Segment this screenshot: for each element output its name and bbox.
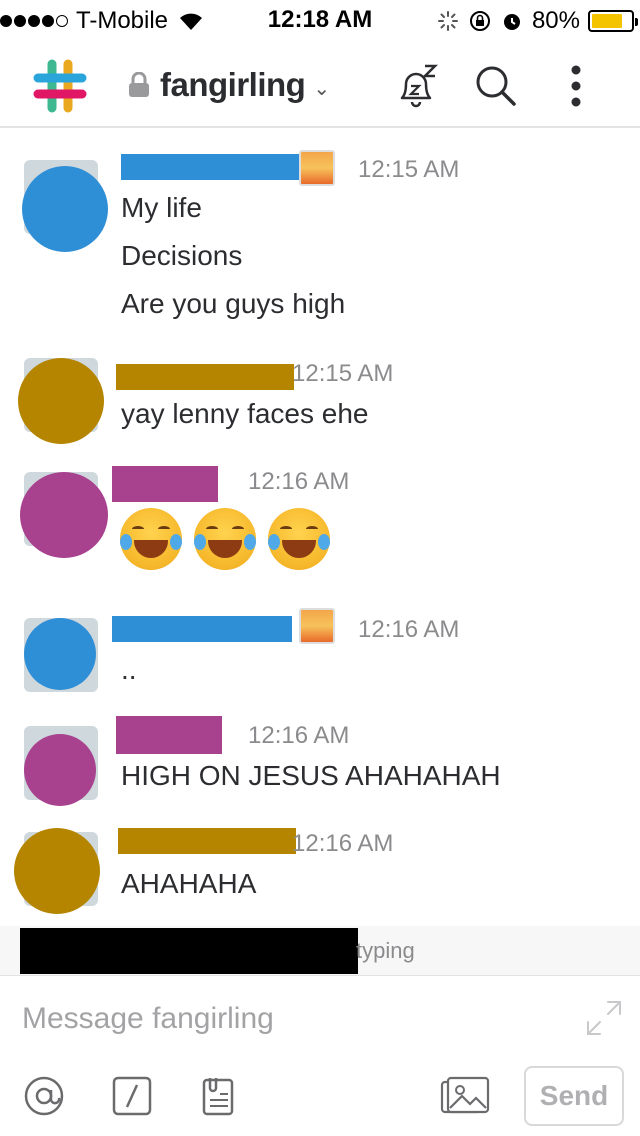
- message-item[interactable]: 12:16 AM ..: [0, 606, 640, 706]
- message-item[interactable]: 12:16 AM: [0, 462, 640, 582]
- avatar-redaction: [18, 358, 104, 444]
- message-text: AHAHAHA: [121, 868, 257, 899]
- more-options-icon[interactable]: [552, 62, 600, 110]
- avatar[interactable]: [24, 726, 98, 806]
- avatar[interactable]: [24, 618, 98, 692]
- message-text: My life Decisions Are you guys high: [121, 184, 345, 328]
- channel-switcher[interactable]: fangirling ⌄: [128, 66, 330, 104]
- username-redaction: [116, 716, 222, 754]
- message-item[interactable]: 12:16 AM HIGH ON JESUS AHAHAHAH: [0, 714, 640, 814]
- message-line: Decisions: [121, 240, 243, 271]
- avatar[interactable]: [18, 358, 104, 444]
- send-button[interactable]: Send: [524, 1066, 624, 1126]
- slack-logo-icon[interactable]: [32, 58, 88, 114]
- at-mention-icon[interactable]: [22, 1074, 66, 1118]
- avatar[interactable]: [14, 828, 100, 914]
- alarm-icon: [503, 14, 520, 30]
- message-timestamp: 12:16 AM: [292, 830, 394, 857]
- message-line: My life: [121, 192, 202, 223]
- lock-icon: [129, 72, 149, 97]
- message-line: Are you guys high: [121, 288, 346, 319]
- avatar[interactable]: [22, 160, 108, 252]
- emoji-reaction-row: [120, 508, 330, 570]
- image-upload-icon[interactable]: [440, 1074, 490, 1118]
- message-item[interactable]: 12:15 AM yay lenny faces ehe: [0, 352, 640, 444]
- status-right: 80%: [436, 7, 638, 35]
- signal-strength-icon: [0, 15, 68, 27]
- sunrise-emoji-icon: [299, 608, 335, 644]
- message-text: ..: [121, 654, 137, 685]
- status-bar: T-Mobile 12:18 AM 80%: [0, 0, 640, 40]
- message-timestamp: 12:16 AM: [248, 722, 350, 749]
- slash-command-icon[interactable]: [110, 1074, 154, 1118]
- sunrise-emoji-icon: [299, 150, 335, 186]
- activity-spinner-icon: [437, 11, 458, 31]
- expand-icon[interactable]: [584, 998, 624, 1038]
- rotation-lock-icon: [469, 11, 490, 31]
- status-left: T-Mobile: [0, 7, 204, 35]
- search-icon[interactable]: [472, 62, 520, 110]
- battery-icon: [588, 10, 638, 32]
- battery-percent: 80%: [531, 7, 580, 34]
- carrier-name: T-Mobile: [76, 7, 169, 34]
- message-input[interactable]: [22, 994, 562, 1044]
- avatar-redaction: [22, 166, 108, 252]
- username-redaction: [112, 466, 218, 502]
- username-redaction: [118, 828, 296, 854]
- message-item[interactable]: 12:16 AM AHAHAHA: [0, 822, 640, 922]
- channel-header: fangirling ⌄: [0, 40, 640, 128]
- snooze-icon[interactable]: [392, 62, 440, 110]
- message-composer: Send: [0, 976, 640, 1136]
- battery-level: [592, 14, 623, 28]
- typing-users-redaction: [20, 928, 358, 974]
- channel-name: fangirling: [160, 66, 306, 103]
- message-text: yay lenny faces ehe: [121, 398, 369, 429]
- clipboard-icon[interactable]: [196, 1074, 240, 1118]
- message-timestamp: 12:16 AM: [248, 468, 350, 495]
- message-timestamp: 12:16 AM: [358, 616, 460, 643]
- message-timestamp: 12:15 AM: [358, 156, 460, 183]
- avatar-redaction: [20, 472, 108, 558]
- laughing-tears-emoji-icon: [268, 508, 330, 570]
- username-redaction: [116, 364, 294, 390]
- username-redaction: [121, 154, 299, 180]
- avatar-redaction: [24, 618, 96, 690]
- message-text: HIGH ON JESUS AHAHAHAH: [121, 760, 501, 791]
- chevron-down-icon: ⌄: [313, 77, 331, 100]
- username-redaction: [112, 616, 292, 642]
- message-list[interactable]: 12:15 AM My life Decisions Are you guys …: [0, 130, 640, 926]
- avatar-redaction: [24, 734, 96, 806]
- avatar-redaction: [14, 828, 100, 914]
- message-timestamp: 12:15 AM: [292, 360, 394, 387]
- avatar[interactable]: [20, 472, 108, 558]
- laughing-tears-emoji-icon: [120, 508, 182, 570]
- message-item[interactable]: 12:15 AM My life Decisions Are you guys …: [0, 150, 640, 330]
- laughing-tears-emoji-icon: [194, 508, 256, 570]
- typing-label: typing: [356, 938, 415, 963]
- typing-indicator: typing: [0, 926, 640, 976]
- wifi-icon: [180, 13, 203, 30]
